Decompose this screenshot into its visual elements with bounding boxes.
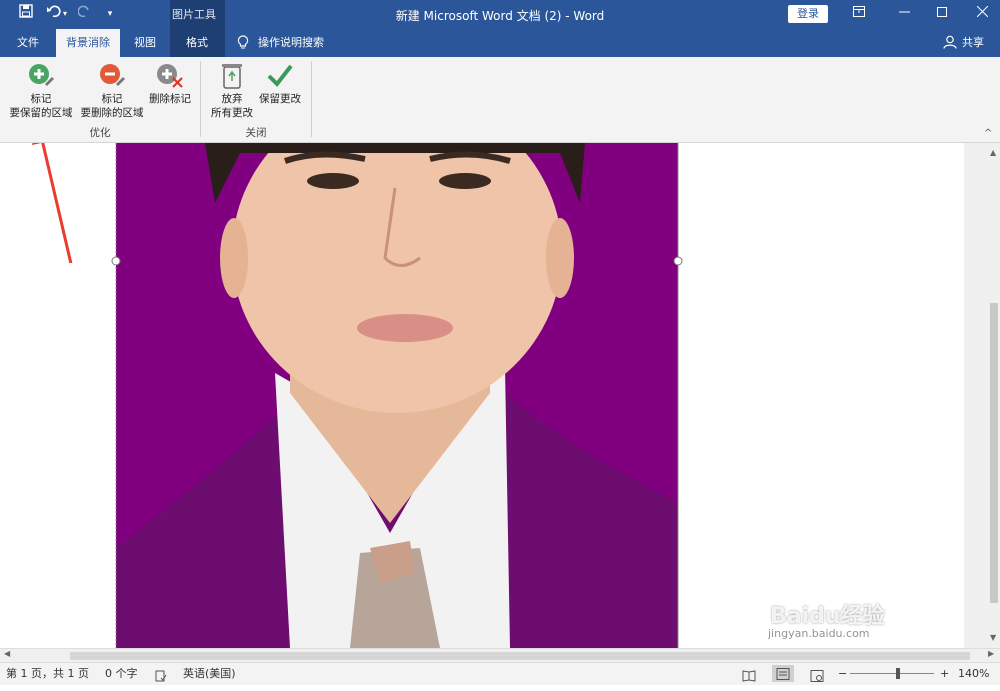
portrait-photo[interactable] [0, 143, 964, 648]
scroll-left-icon[interactable]: ◀ [4, 649, 10, 658]
word-count[interactable]: 0 个字 [105, 663, 138, 685]
minimize-icon[interactable] [888, 4, 920, 24]
mark-remove-label-line1: 标记 [101, 93, 123, 105]
watermark-logo: Baidu经验 [770, 604, 885, 629]
horizontal-scrollbar[interactable]: ◀ ▶ [0, 648, 1000, 663]
zoom-level[interactable]: 140% [958, 663, 989, 685]
keep-changes-label: 保留更改 [259, 93, 301, 105]
tab-view[interactable]: 视图 [126, 29, 164, 57]
discard-all-changes-button[interactable]: 放弃 所有更改 [206, 62, 258, 120]
login-button[interactable]: 登录 [788, 5, 828, 23]
tab-file[interactable]: 文件 [8, 29, 48, 57]
recycle-bin-icon [222, 64, 242, 89]
ribbon-group-divider [200, 61, 201, 137]
read-mode-icon[interactable] [742, 668, 756, 690]
checkmark-icon [267, 64, 293, 88]
hscroll-thumb[interactable] [70, 652, 970, 660]
mark-keep-icon [29, 64, 54, 86]
tell-me-search[interactable]: 操作说明搜索 [258, 29, 334, 57]
user-icon[interactable] [943, 35, 957, 52]
scroll-down-icon[interactable]: ▼ [990, 633, 996, 642]
delete-mark-label: 删除标记 [149, 93, 191, 105]
mark-keep-label-line2: 要保留的区域 [9, 107, 73, 119]
scroll-up-icon[interactable]: ▲ [990, 148, 996, 157]
zoom-slider-track[interactable] [850, 673, 934, 674]
mark-keep-label-line1: 标记 [30, 93, 52, 105]
tab-background-removal[interactable]: 背景消除 [56, 29, 120, 57]
delete-mark-icon [157, 64, 183, 88]
mark-areas-to-remove-button[interactable]: 标记 要删除的区域 [77, 62, 147, 120]
discard-label-line1: 放弃 [221, 93, 243, 105]
proofing-icon[interactable] [155, 668, 167, 690]
mark-remove-icon [100, 64, 125, 86]
delete-mark-button[interactable]: 删除标记 [146, 62, 194, 106]
language[interactable]: 英语(美国) [183, 663, 236, 685]
group-refine-label: 优化 [89, 127, 111, 139]
keep-changes-button[interactable]: 保留更改 [256, 62, 304, 106]
lightbulb-icon[interactable] [237, 35, 249, 53]
scroll-right-icon[interactable]: ▶ [988, 649, 994, 658]
maximize-icon[interactable] [926, 4, 958, 24]
zoom-out-button[interactable]: − [838, 663, 847, 685]
discard-label-line2: 所有更改 [211, 107, 253, 119]
collapse-ribbon-icon[interactable]: ^ [984, 128, 992, 139]
status-bar: 第 1 页，共 1 页 0 个字 英语(美国) − + 140% [0, 662, 1000, 685]
close-icon[interactable] [966, 4, 998, 24]
zoom-slider-thumb[interactable] [896, 668, 900, 679]
zoom-in-button[interactable]: + [940, 663, 949, 685]
watermark-url: jingyan.baidu.com [768, 627, 870, 640]
ribbon-display-options-icon[interactable] [843, 4, 875, 24]
scroll-thumb[interactable] [990, 303, 998, 603]
tab-format[interactable]: 格式 [175, 29, 219, 57]
vertical-scrollbar[interactable]: ▲ ▼ [964, 143, 1000, 648]
mark-remove-label-line2: 要删除的区域 [80, 107, 144, 119]
group-close-label: 关闭 [245, 127, 267, 139]
mark-areas-to-keep-button[interactable]: 标记 要保留的区域 [6, 62, 76, 120]
share-button[interactable]: 共享 [958, 29, 988, 57]
page-count[interactable]: 第 1 页，共 1 页 [6, 663, 89, 685]
print-layout-icon[interactable] [772, 665, 794, 682]
web-layout-icon[interactable] [810, 668, 824, 690]
annotation-arrow [32, 143, 73, 263]
document-canvas: Baidu经验 jingyan.baidu.com [0, 143, 964, 648]
ribbon-group-divider [311, 61, 312, 137]
